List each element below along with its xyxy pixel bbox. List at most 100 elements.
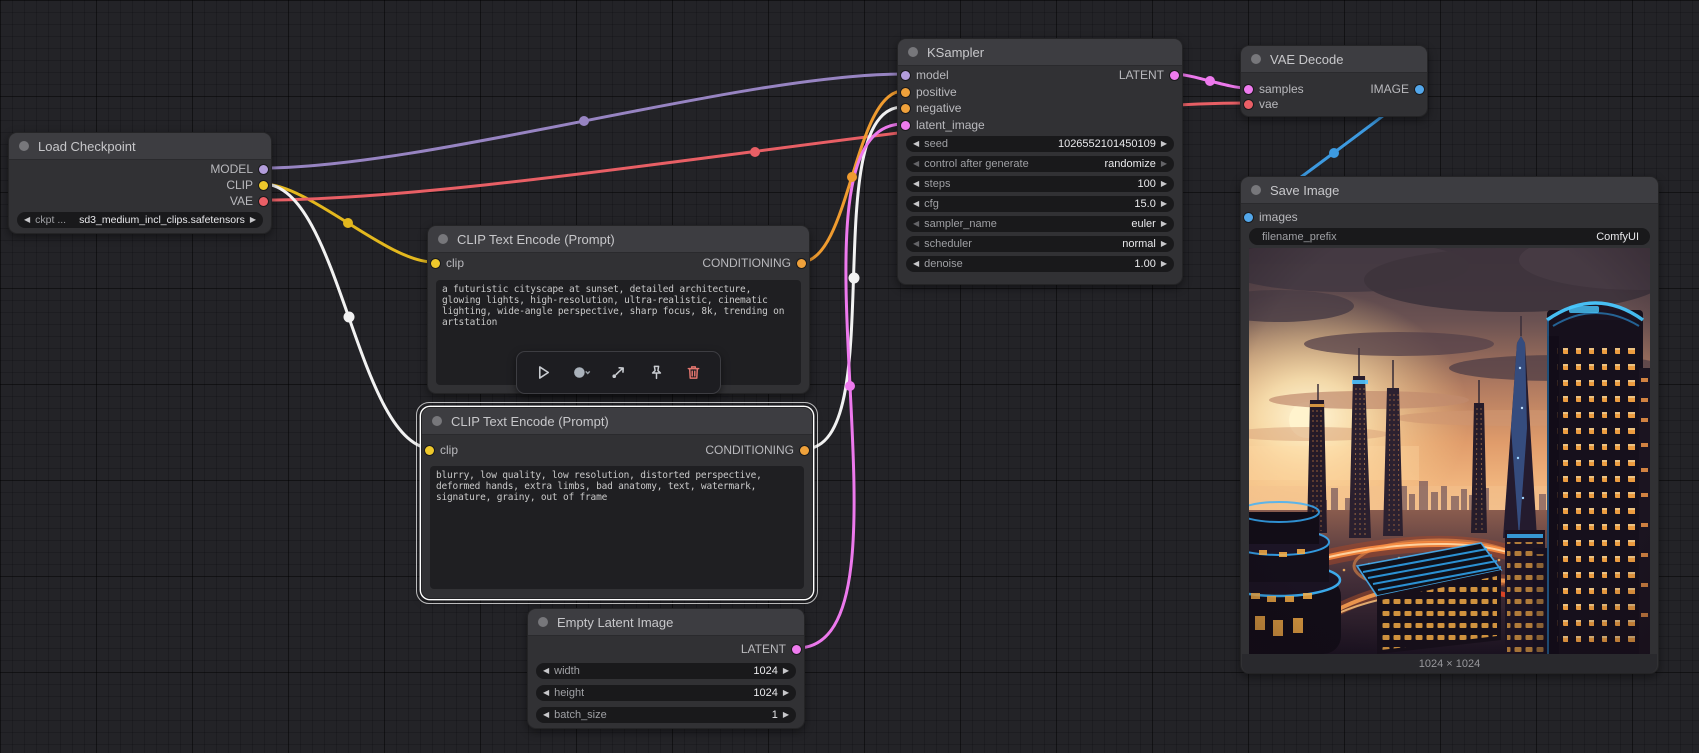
- output-port-clip[interactable]: [259, 180, 268, 190]
- increment-arrow-icon[interactable]: ▶: [783, 707, 789, 723]
- link-dot-latent-input[interactable]: [845, 381, 855, 391]
- collapse-dot-icon[interactable]: [432, 416, 442, 426]
- decrement-arrow-icon[interactable]: ◀: [913, 136, 919, 152]
- node-empty-latent-titlebar[interactable]: Empty Latent Image: [528, 609, 804, 636]
- increment-arrow-icon[interactable]: ▶: [783, 685, 789, 701]
- output-port-vae[interactable]: [259, 196, 268, 206]
- increment-arrow-icon[interactable]: ▶: [1161, 176, 1167, 192]
- output-port-model[interactable]: [259, 164, 268, 174]
- node-save-image[interactable]: Save Image images filename_prefix ComfyU…: [1240, 176, 1659, 674]
- decrement-arrow-icon[interactable]: ◀: [543, 707, 549, 723]
- node-empty-latent-image[interactable]: Empty Latent Image LATENT ◀ width 1024 ▶…: [527, 608, 805, 729]
- next-option-arrow-icon[interactable]: ▶: [1161, 216, 1167, 232]
- input-port-clip[interactable]: [431, 258, 440, 268]
- widget-ckpt-name[interactable]: ◀ ckpt ... sd3_medium_incl_clips.safeten…: [17, 212, 263, 228]
- widget-label: sampler_name: [924, 218, 997, 230]
- output-label-clip: CLIP: [226, 178, 253, 192]
- link-dot-conditioning-positive[interactable]: [847, 172, 857, 182]
- node-vae-decode-titlebar[interactable]: VAE Decode: [1241, 46, 1427, 73]
- widget-denoise[interactable]: ◀ denoise 1.00 ▶: [906, 256, 1174, 272]
- increment-arrow-icon[interactable]: ▶: [1161, 256, 1167, 272]
- decrement-arrow-icon[interactable]: ◀: [913, 256, 919, 272]
- bypass-icon[interactable]: [608, 362, 630, 384]
- increment-arrow-icon[interactable]: ▶: [1161, 196, 1167, 212]
- node-title: CLIP Text Encode (Prompt): [457, 231, 615, 247]
- decrement-arrow-icon[interactable]: ◀: [543, 685, 549, 701]
- widget-filename-prefix[interactable]: filename_prefix ComfyUI: [1249, 228, 1650, 245]
- prev-option-arrow-icon[interactable]: ◀: [913, 156, 919, 172]
- input-port-clip[interactable]: [425, 445, 434, 455]
- node-load-checkpoint[interactable]: Load Checkpoint MODEL CLIP VAE ◀ ckpt ..…: [8, 132, 272, 234]
- delete-icon[interactable]: [683, 362, 705, 384]
- link-dot-vae[interactable]: [750, 147, 760, 157]
- output-port-latent[interactable]: [1170, 70, 1179, 80]
- decrement-arrow-icon[interactable]: ◀: [24, 212, 30, 228]
- widget-width[interactable]: ◀ width 1024 ▶: [536, 663, 796, 679]
- input-port-positive[interactable]: [901, 87, 910, 97]
- widget-steps[interactable]: ◀ steps 100 ▶: [906, 176, 1174, 192]
- link-dot-model[interactable]: [579, 116, 589, 126]
- input-port-vae[interactable]: [1244, 99, 1253, 109]
- widget-seed[interactable]: ◀ seed 1026552101450109 ▶: [906, 136, 1174, 152]
- prev-option-arrow-icon[interactable]: ◀: [913, 216, 919, 232]
- input-port-negative[interactable]: [901, 103, 910, 113]
- link-dot-conditioning-negative[interactable]: [848, 272, 860, 284]
- widget-height[interactable]: ◀ height 1024 ▶: [536, 685, 796, 701]
- link-dot-clip-positive[interactable]: [343, 218, 353, 228]
- input-port-images[interactable]: [1244, 212, 1253, 222]
- output-label-latent: LATENT: [1118, 68, 1164, 82]
- widget-sampler-name[interactable]: ◀ sampler_name euler ▶: [906, 216, 1174, 232]
- input-port-samples[interactable]: [1244, 84, 1253, 94]
- selection-toolbar: [516, 351, 721, 394]
- collapse-dot-icon[interactable]: [1251, 54, 1261, 64]
- link-dot-clip-negative[interactable]: [343, 311, 355, 323]
- collapse-dot-icon[interactable]: [19, 141, 29, 151]
- output-port-conditioning[interactable]: [800, 445, 809, 455]
- output-port-image[interactable]: [1415, 84, 1424, 94]
- input-port-latent-image[interactable]: [901, 120, 910, 130]
- widget-value: 1.00: [1134, 258, 1156, 270]
- node-ksampler[interactable]: KSampler model positive negative latent_…: [897, 38, 1183, 285]
- increment-arrow-icon[interactable]: ▶: [250, 212, 256, 228]
- next-option-arrow-icon[interactable]: ▶: [1161, 236, 1167, 252]
- widget-label: control after generate: [924, 158, 1029, 170]
- prompt-textarea-negative[interactable]: blurry, low quality, low resolution, dis…: [430, 466, 804, 589]
- link-dot-image[interactable]: [1329, 148, 1339, 158]
- widget-control-after-generate[interactable]: ◀ control after generate randomize ▶: [906, 156, 1174, 172]
- color-picker-icon[interactable]: [570, 362, 592, 384]
- node-ksampler-titlebar[interactable]: KSampler: [898, 39, 1182, 66]
- collapse-dot-icon[interactable]: [1251, 185, 1261, 195]
- widget-label: steps: [924, 178, 951, 190]
- widget-label: scheduler: [924, 238, 972, 250]
- pin-icon[interactable]: [645, 362, 667, 384]
- widget-scheduler[interactable]: ◀ scheduler normal ▶: [906, 236, 1174, 252]
- widget-batch-size[interactable]: ◀ batch_size 1 ▶: [536, 707, 796, 723]
- input-label-latent-image: latent_image: [916, 118, 985, 132]
- play-icon[interactable]: [533, 362, 555, 384]
- next-option-arrow-icon[interactable]: ▶: [1161, 156, 1167, 172]
- node-editor-canvas[interactable]: Load Checkpoint MODEL CLIP VAE ◀ ckpt ..…: [0, 0, 1699, 753]
- node-save-image-titlebar[interactable]: Save Image: [1241, 177, 1658, 204]
- link-dot-latent-out[interactable]: [1205, 76, 1215, 86]
- input-label-clip: clip: [446, 256, 465, 270]
- node-vae-decode[interactable]: VAE Decode samples vae IMAGE: [1240, 45, 1428, 117]
- cityscape-image: [1249, 248, 1650, 654]
- node-clip-positive-titlebar[interactable]: CLIP Text Encode (Prompt): [428, 226, 809, 253]
- node-clip-negative-titlebar[interactable]: CLIP Text Encode (Prompt): [422, 408, 812, 435]
- increment-arrow-icon[interactable]: ▶: [783, 663, 789, 679]
- collapse-dot-icon[interactable]: [438, 234, 448, 244]
- increment-arrow-icon[interactable]: ▶: [1161, 136, 1167, 152]
- decrement-arrow-icon[interactable]: ◀: [543, 663, 549, 679]
- decrement-arrow-icon[interactable]: ◀: [913, 176, 919, 192]
- output-port-latent[interactable]: [792, 644, 801, 654]
- prev-option-arrow-icon[interactable]: ◀: [913, 236, 919, 252]
- node-clip-text-encode-negative[interactable]: CLIP Text Encode (Prompt) clip CONDITION…: [416, 402, 818, 604]
- collapse-dot-icon[interactable]: [538, 617, 548, 627]
- output-port-conditioning[interactable]: [797, 258, 806, 268]
- collapse-dot-icon[interactable]: [908, 47, 918, 57]
- input-port-model[interactable]: [901, 70, 910, 80]
- node-load-checkpoint-titlebar[interactable]: Load Checkpoint: [9, 133, 271, 160]
- widget-cfg[interactable]: ◀ cfg 15.0 ▶: [906, 196, 1174, 212]
- widget-value: 1: [771, 709, 778, 721]
- decrement-arrow-icon[interactable]: ◀: [913, 196, 919, 212]
